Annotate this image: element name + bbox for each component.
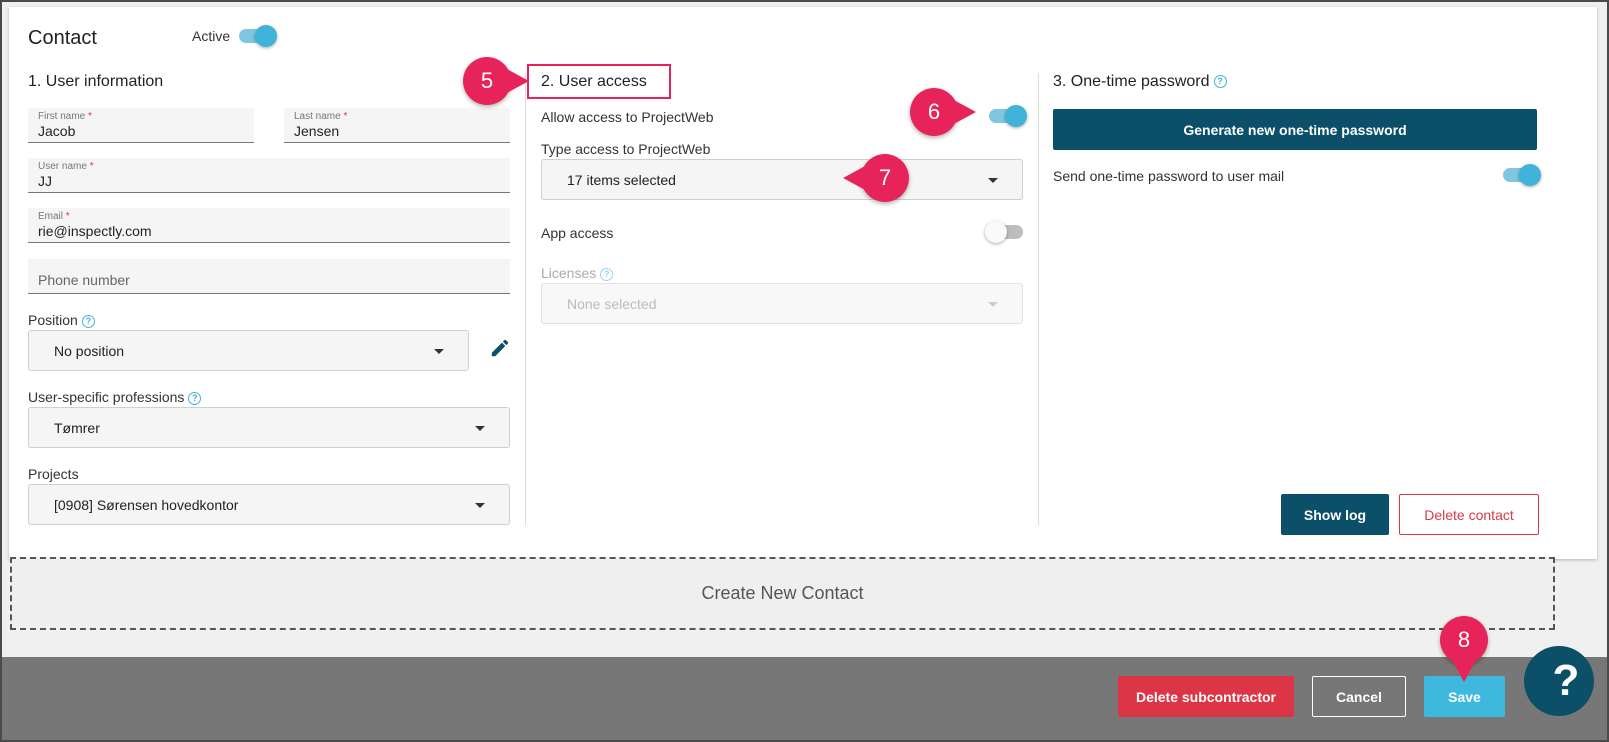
projects-select[interactable]: [0908] Sørensen hovedkontor xyxy=(28,484,510,525)
email-label: Email xyxy=(38,211,64,222)
delete-contact-button[interactable]: Delete contact xyxy=(1399,494,1539,535)
required-mark: * xyxy=(88,111,92,122)
user-access-highlight xyxy=(527,64,671,99)
phone-number-field[interactable]: Phone number xyxy=(28,259,510,294)
type-access-value: 17 items selected xyxy=(567,172,676,188)
last-name-label: Last name xyxy=(294,111,341,122)
phone-number-placeholder: Phone number xyxy=(38,272,130,288)
save-button[interactable]: Save xyxy=(1424,676,1505,717)
section-divider xyxy=(525,73,526,525)
user-information-heading: 1. User information xyxy=(28,73,164,90)
username-value: JJ xyxy=(38,173,52,189)
app-access-toggle[interactable] xyxy=(985,221,1023,243)
otp-help-icon: ? xyxy=(1213,75,1227,89)
chevron-down-icon xyxy=(988,302,998,307)
email-value: rie@inspectly.com xyxy=(38,223,152,239)
required-mark: * xyxy=(89,161,94,172)
chevron-down-icon xyxy=(475,426,485,431)
username-label: User name xyxy=(38,161,87,172)
active-label: Active xyxy=(192,28,231,44)
licenses-help-icon: ? xyxy=(600,267,614,281)
contact-title: Contact xyxy=(28,27,97,49)
last-name-field[interactable]: Last name * Jensen xyxy=(284,108,510,143)
step-marker-5: 5 xyxy=(463,57,529,105)
send-otp-label: Send one-time password to user mail xyxy=(1053,168,1285,184)
projects-value: [0908] Sørensen hovedkontor xyxy=(54,497,239,513)
chevron-down-icon xyxy=(434,349,444,354)
professions-select[interactable]: Tømrer xyxy=(28,407,510,448)
chevron-down-icon xyxy=(475,503,485,508)
licenses-label: Licenses? xyxy=(541,265,614,281)
contact-card: Contact Active 1. User information First… xyxy=(9,7,1597,559)
step-marker-6: 6 xyxy=(910,88,976,136)
type-access-select[interactable]: 17 items selected xyxy=(541,159,1023,200)
position-select[interactable]: No position xyxy=(28,330,469,371)
section-divider xyxy=(1038,73,1039,525)
footer-bar: Delete subcontractor Cancel Save xyxy=(2,657,1607,740)
required-mark: * xyxy=(343,111,348,122)
professions-value: Tømrer xyxy=(54,420,100,436)
first-name-field[interactable]: First name * Jacob xyxy=(28,108,254,143)
first-name-label: First name xyxy=(38,111,86,122)
licenses-select: None selected xyxy=(541,283,1023,324)
delete-subcontractor-button[interactable]: Delete subcontractor xyxy=(1118,676,1294,717)
first-name-value: Jacob xyxy=(38,123,76,139)
professions-help-icon: ? xyxy=(188,391,202,405)
step-marker-7: 7 xyxy=(843,154,909,202)
position-label: Position? xyxy=(28,312,95,328)
generate-otp-button[interactable]: Generate new one-time password xyxy=(1053,109,1537,150)
active-toggle[interactable] xyxy=(239,25,277,47)
position-value: No position xyxy=(54,343,125,359)
required-mark: * xyxy=(65,211,70,222)
create-new-contact-button[interactable]: Create New Contact xyxy=(10,557,1555,630)
position-help-icon: ? xyxy=(81,314,95,328)
help-question-icon[interactable]: ? xyxy=(1524,646,1594,716)
licenses-value: None selected xyxy=(567,296,657,312)
last-name-value: Jensen xyxy=(294,123,340,139)
type-access-label: Type access to ProjectWeb xyxy=(541,141,711,157)
show-log-button[interactable]: Show log xyxy=(1281,494,1389,535)
step-marker-8: 8 xyxy=(1440,616,1488,682)
professions-label: User-specific professions? xyxy=(28,389,202,405)
projects-label: Projects xyxy=(28,466,79,482)
chevron-down-icon xyxy=(988,178,998,183)
cancel-button[interactable]: Cancel xyxy=(1312,676,1406,717)
otp-heading: 3. One-time password? xyxy=(1053,73,1227,91)
send-otp-toggle[interactable] xyxy=(1503,164,1541,186)
email-field[interactable]: Email * rie@inspectly.com xyxy=(28,208,510,243)
username-field[interactable]: User name * JJ xyxy=(28,158,510,193)
allow-access-toggle[interactable] xyxy=(989,105,1027,127)
allow-access-label: Allow access to ProjectWeb xyxy=(541,109,714,125)
app-access-label: App access xyxy=(541,225,614,241)
edit-pencil-icon[interactable] xyxy=(489,337,511,359)
